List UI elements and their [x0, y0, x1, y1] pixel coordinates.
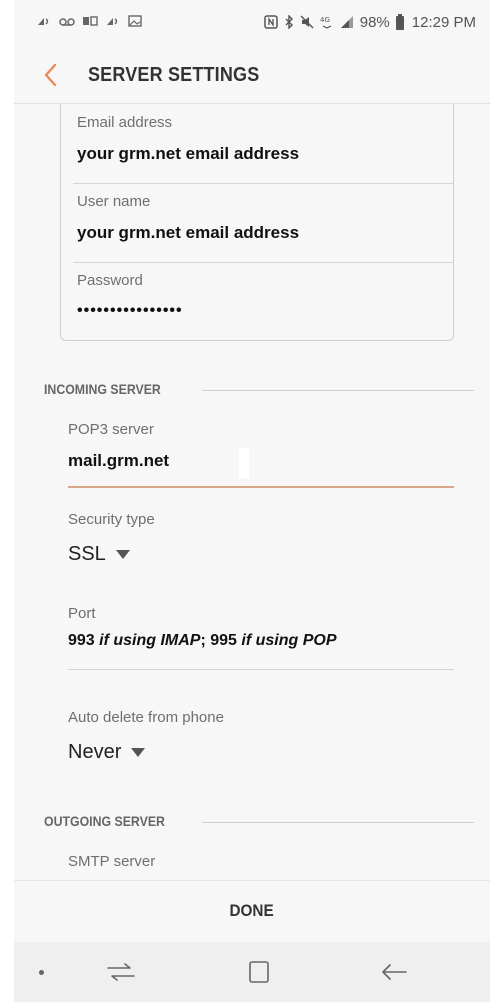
- battery-percent: 98%: [359, 14, 390, 31]
- home-icon: [249, 961, 269, 983]
- status-clock: 12:29 PM: [411, 14, 476, 31]
- port-value-part: ; 995: [200, 632, 242, 649]
- home-button[interactable]: [242, 958, 276, 986]
- port-value-part: if using POP: [241, 632, 337, 649]
- dot-icon: [39, 970, 44, 975]
- phone-screen: 4G 98% 12:29 PM SERVER SETTINGS Email ad…: [14, 0, 490, 1002]
- pop3-input[interactable]: mail.grm.net: [68, 451, 169, 471]
- dropdown-arrow-icon: [131, 748, 146, 757]
- auto-delete-dropdown[interactable]: Never: [68, 741, 146, 764]
- svg-text:4G: 4G: [320, 16, 330, 24]
- security-type-label: Security type: [68, 511, 155, 528]
- text-cursor-area: [239, 448, 249, 478]
- battery-icon: [395, 13, 404, 30]
- port-value-part: if using IMAP: [99, 632, 201, 649]
- auto-delete-value: Never: [68, 741, 122, 763]
- bluetooth-icon: [284, 13, 294, 31]
- account-card: Email address your grm.net email address…: [60, 104, 454, 341]
- dropdown-arrow-icon: [115, 550, 130, 559]
- email-value[interactable]: your grm.net email address: [77, 144, 299, 164]
- email-label: Email address: [77, 114, 173, 131]
- done-label: DONE: [229, 901, 275, 920]
- status-icons-left: [36, 15, 142, 29]
- mute-icon: [300, 15, 314, 31]
- sim-icon: [82, 15, 98, 29]
- pop3-label: POP3 server: [68, 421, 154, 438]
- section-divider: [202, 390, 474, 391]
- done-bar: DONE: [14, 880, 490, 941]
- username-value[interactable]: your grm.net email address: [77, 223, 299, 243]
- incoming-server-title: INCOMING SERVER: [44, 381, 161, 397]
- signal-wave-icon: [36, 15, 52, 29]
- security-type-dropdown[interactable]: SSL: [68, 543, 130, 566]
- port-input-underline: [68, 669, 454, 670]
- section-divider: [202, 822, 474, 823]
- email-field[interactable]: Email address your grm.net email address: [73, 104, 453, 184]
- back-nav-button[interactable]: [378, 958, 412, 986]
- outgoing-server-header: OUTGOING SERVER: [44, 813, 474, 833]
- voicemail-icon: [59, 15, 75, 29]
- chevron-left-icon: [44, 63, 57, 87]
- done-button[interactable]: DONE: [14, 881, 490, 941]
- status-bar: 4G 98% 12:29 PM: [14, 0, 490, 50]
- recent-apps-icon: [107, 963, 135, 981]
- username-label: User name: [77, 193, 151, 210]
- incoming-server-header: INCOMING SERVER: [44, 381, 474, 401]
- wifi-icon: 4G: [320, 15, 334, 31]
- port-value-part: 993: [68, 632, 100, 649]
- signal-wave-icon: [105, 15, 121, 29]
- auto-delete-label: Auto delete from phone: [68, 709, 224, 726]
- back-arrow-icon: [382, 964, 407, 980]
- page-title: SERVER SETTINGS: [88, 64, 260, 86]
- navigation-bar: [14, 942, 490, 1002]
- status-icons-right: 4G 98% 12:29 PM: [264, 13, 476, 31]
- signal-icon: [340, 15, 354, 31]
- pop3-input-underline: [68, 486, 454, 488]
- security-type-value: SSL: [68, 543, 106, 565]
- image-icon: [128, 15, 142, 29]
- password-field[interactable]: Password ••••••••••••••••: [73, 262, 453, 341]
- outgoing-server-title: OUTGOING SERVER: [44, 813, 165, 829]
- recent-apps-button[interactable]: [104, 958, 138, 986]
- password-value[interactable]: ••••••••••••••••: [77, 302, 183, 320]
- username-field[interactable]: User name your grm.net email address: [73, 183, 453, 263]
- nfc-icon: [264, 14, 278, 31]
- port-input[interactable]: 993 if using IMAP; 995 if using POP: [68, 632, 337, 650]
- back-button[interactable]: [36, 58, 66, 92]
- smtp-label: SMTP server: [68, 853, 156, 870]
- app-header: SERVER SETTINGS: [14, 50, 490, 102]
- password-label: Password: [77, 272, 143, 289]
- port-label: Port: [68, 605, 96, 622]
